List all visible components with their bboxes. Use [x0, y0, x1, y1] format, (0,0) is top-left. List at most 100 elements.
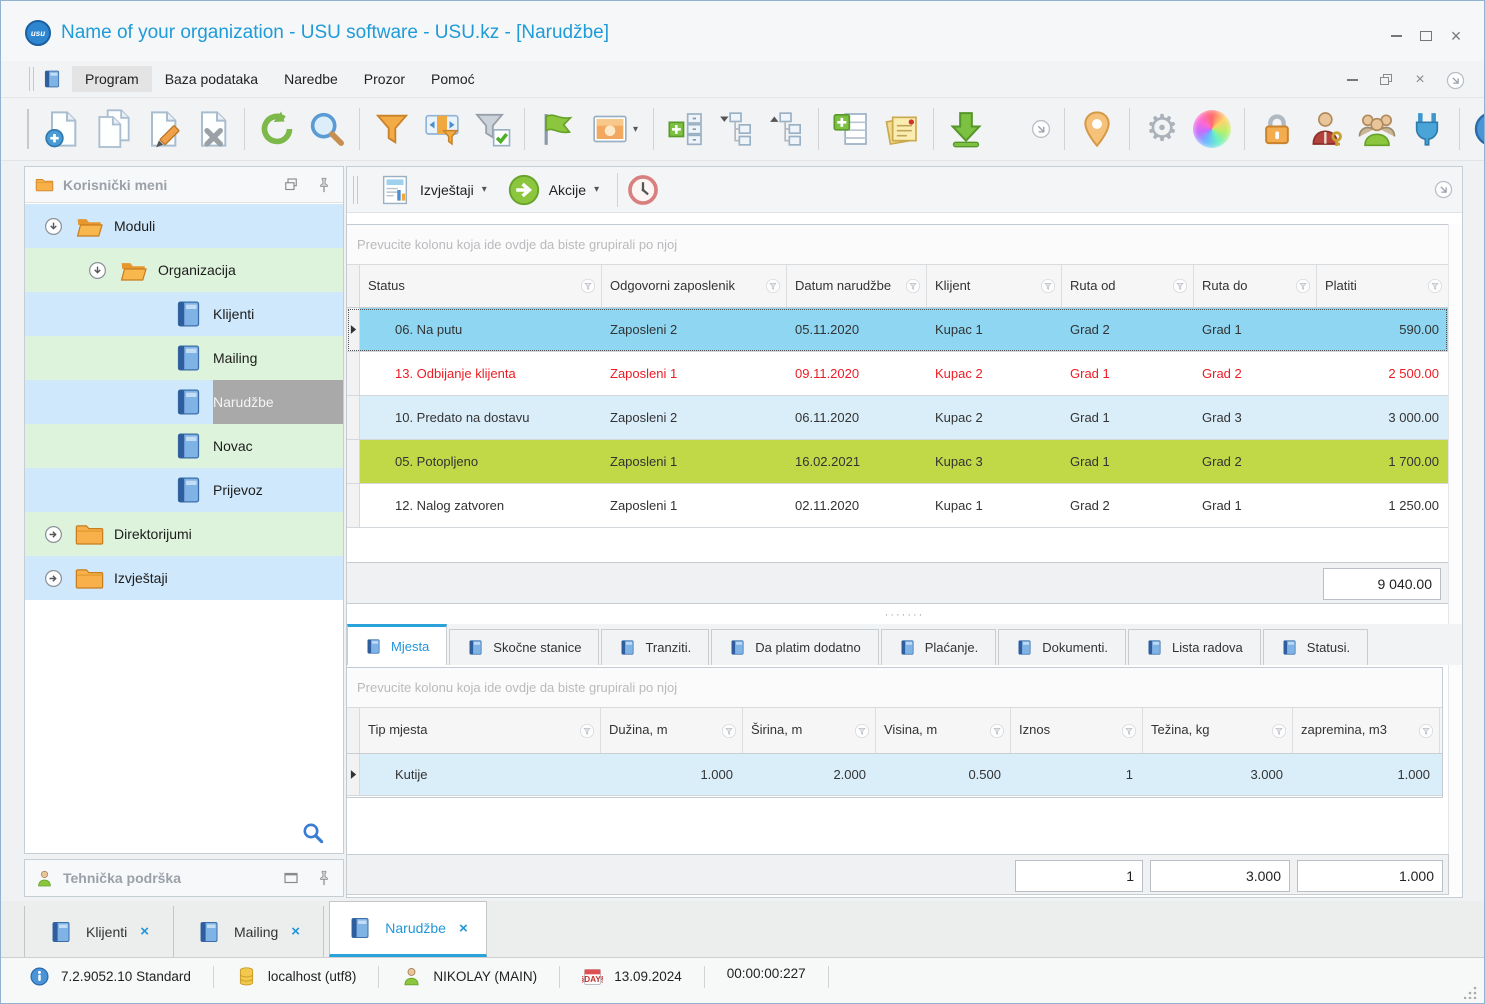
column-header-klijent[interactable]: Klijent [927, 265, 1062, 307]
resize-grip[interactable] [1463, 985, 1478, 1000]
column-header-du-ina-m[interactable]: Dužina, m [601, 708, 743, 753]
detail-tab-lista-radova[interactable]: Lista radova [1127, 629, 1261, 665]
horizontal-splitter[interactable]: ······· [347, 607, 1462, 623]
document-tab-mailing[interactable]: Mailing × [174, 906, 324, 957]
reports-menu-button[interactable]: Izvještaji ▾ [368, 169, 497, 211]
sidebar-float-button[interactable] [282, 176, 300, 194]
tree-item-moduli[interactable]: Moduli [25, 204, 343, 248]
detail-tab-da-platim-dodatno[interactable]: Da platim dodatno [711, 629, 879, 665]
new-document-button[interactable] [38, 104, 86, 154]
column-filter-icon[interactable] [579, 723, 595, 739]
column-filter-icon[interactable] [1418, 723, 1434, 739]
sidebar-search-button[interactable] [301, 821, 325, 845]
actionbar-drag-handle[interactable] [353, 175, 358, 204]
document-tab-narud-be[interactable]: Narudžbe × [329, 901, 487, 957]
column-header-platiti[interactable]: Platiti [1317, 265, 1449, 307]
tab-close-icon[interactable]: × [291, 923, 300, 940]
column-header-te-ina-kg[interactable]: Težina, kg [1143, 708, 1293, 753]
column-header-tip-mjesta[interactable]: Tip mjesta [360, 708, 601, 753]
filter-button[interactable] [368, 104, 416, 154]
column-header-iznos[interactable]: Iznos [1011, 708, 1143, 753]
window-minimize-button[interactable] [1383, 25, 1409, 47]
search-button[interactable] [303, 104, 351, 154]
tree-item-narud-be[interactable]: Narudžbe [25, 380, 343, 424]
column-header-datum-narud-be[interactable]: Datum narudžbe [787, 265, 927, 307]
places-group-panel[interactable]: Prevucite kolonu koja ide ovdje da biste… [347, 668, 1442, 708]
add-table-row-button[interactable] [827, 104, 875, 154]
tab-close-icon[interactable]: × [459, 920, 468, 937]
window-maximize-button[interactable] [1413, 25, 1439, 47]
edit-document-button[interactable] [138, 104, 186, 154]
column-filter-icon[interactable] [1271, 723, 1287, 739]
expand-tree-button[interactable] [712, 104, 760, 154]
support-pin-button[interactable] [315, 869, 333, 887]
tree-item-prijevoz[interactable]: Prijevoz [25, 468, 343, 512]
tree-item-organizacija[interactable]: Organizacija [25, 248, 343, 292]
detail-tab-tranziti-[interactable]: Tranziti. [601, 629, 710, 665]
mdi-minimize-button[interactable] [1343, 69, 1361, 91]
window-close-button[interactable]: × [1443, 25, 1469, 47]
toolbar-drag-handle[interactable] [27, 109, 29, 149]
column-filter-icon[interactable] [580, 278, 596, 294]
menu-item-prozor[interactable]: Prozor [351, 66, 418, 92]
table-row[interactable]: 13. Odbijanje klijenta Zaposleni 1 09.11.2… [347, 352, 1448, 396]
plugin-button[interactable] [1403, 104, 1451, 154]
column-header-visina-m[interactable]: Visina, m [876, 708, 1011, 753]
column-filter-icon[interactable] [1121, 723, 1137, 739]
column-filter-icon[interactable] [1172, 278, 1188, 294]
tree-item-mailing[interactable]: Mailing [25, 336, 343, 380]
table-row[interactable]: 06. Na putu Zaposleni 2 05.11.2020 Kupac 1 G… [347, 308, 1448, 352]
table-row[interactable]: 12. Nalog zatvoren Zaposleni 1 02.11.2020 K… [347, 484, 1448, 528]
column-header-odgovorni-zaposlenik[interactable]: Odgovorni zaposlenik [602, 265, 787, 307]
timer-clock-button[interactable] [626, 173, 660, 207]
column-filter-icon[interactable] [1295, 278, 1311, 294]
refresh-button[interactable] [253, 104, 301, 154]
mdi-close-button[interactable]: × [1411, 69, 1429, 91]
location-pin-button[interactable] [1073, 104, 1121, 154]
detail-tab-mjesta[interactable]: Mjesta [347, 624, 448, 665]
tree-item-direktorijumi[interactable]: Direktorijumi [25, 512, 343, 556]
filter-apply-button[interactable] [468, 104, 516, 154]
color-wheel-button[interactable] [1188, 104, 1236, 154]
notes-button[interactable] [877, 104, 925, 154]
actions-menu-button[interactable]: Akcije ▾ [497, 169, 609, 211]
delete-document-button[interactable] [188, 104, 236, 154]
flag-button[interactable] [533, 104, 581, 154]
table-row[interactable]: Kutije 1.000 2.000 0.500 1 3.000 1.000 [347, 754, 1442, 796]
column-header--irina-m[interactable]: Širina, m [743, 708, 876, 753]
tree-expander-icon[interactable] [87, 260, 108, 281]
sidebar-pin-button[interactable] [315, 176, 333, 194]
column-filter-icon[interactable] [854, 723, 870, 739]
column-header-ruta-do[interactable]: Ruta do [1194, 265, 1317, 307]
collapse-tree-button[interactable] [762, 104, 810, 154]
column-filter-icon[interactable] [1040, 278, 1056, 294]
lock-button[interactable] [1253, 104, 1301, 154]
column-filter-icon[interactable] [905, 278, 921, 294]
menubar-drag-handle[interactable] [29, 67, 34, 91]
menu-item-naredbe[interactable]: Naredbe [271, 66, 351, 92]
support-panel[interactable]: Tehnička podrška [24, 859, 344, 897]
image-picker-button[interactable]: ▾ [583, 104, 645, 154]
column-filter-icon[interactable] [989, 723, 1005, 739]
orders-group-panel[interactable]: Prevucite kolonu koja ide ovdje da biste… [347, 225, 1448, 265]
menu-item-pomo-[interactable]: Pomoć [418, 66, 488, 92]
copy-document-button[interactable] [88, 104, 136, 154]
tab-close-icon[interactable]: × [140, 923, 149, 940]
column-header-zapremina-m3[interactable]: zapremina, m3 [1293, 708, 1440, 753]
info-button[interactable] [1468, 104, 1484, 154]
tree-expander-icon[interactable] [43, 216, 64, 237]
column-header-status[interactable]: Status [360, 265, 602, 307]
tree-expander-icon[interactable] [43, 524, 64, 545]
menubar-overflow-button[interactable] [1445, 70, 1466, 91]
export-download-button[interactable] [942, 104, 990, 154]
column-filter-icon[interactable] [765, 278, 781, 294]
expand-list-button[interactable] [662, 104, 710, 154]
table-row[interactable]: 05. Potopljeno Zaposleni 1 16.02.2021 Kupac… [347, 440, 1448, 484]
tree-item-novac[interactable]: Novac [25, 424, 343, 468]
tree-item-izvje-taji[interactable]: Izvještaji [25, 556, 343, 600]
column-header-ruta-od[interactable]: Ruta od [1062, 265, 1194, 307]
vertical-scrollbar[interactable] [1448, 224, 1462, 895]
column-filter-icon[interactable] [721, 723, 737, 739]
settings-gear-button[interactable]: ⚙ [1138, 104, 1186, 154]
detail-tab-statusi-[interactable]: Statusi. [1262, 629, 1369, 665]
